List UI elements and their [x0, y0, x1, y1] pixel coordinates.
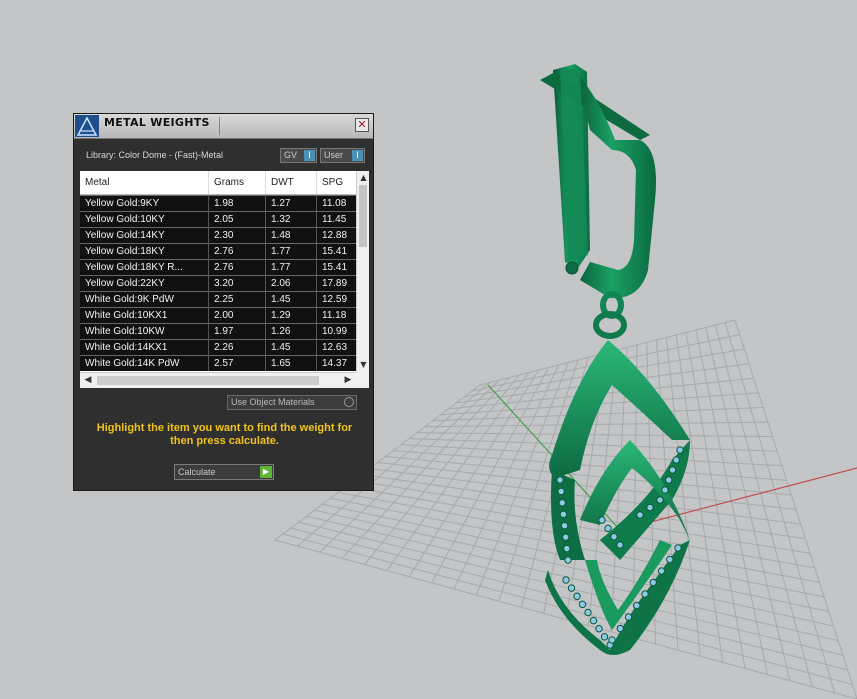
table-body: Yellow Gold:9KY 1.98 1.27 11.08 Yellow Gold:… — [80, 195, 357, 371]
app-logo-icon — [75, 115, 99, 137]
title-divider — [219, 117, 220, 135]
vertical-scrollbar[interactable]: ▲ ▼ — [356, 171, 369, 372]
spg-cell: 12.88 — [317, 227, 357, 243]
toggle-knob-icon: I — [352, 150, 363, 161]
metal-cell: Yellow Gold:14KY — [80, 227, 209, 243]
grams-cell: 2.00 — [209, 307, 266, 323]
grams-cell: 2.30 — [209, 227, 266, 243]
grams-cell: 1.97 — [209, 323, 266, 339]
metal-cell: Yellow Gold:18KY R... — [80, 259, 209, 275]
spg-cell: 15.41 — [317, 259, 357, 275]
scroll-up-icon[interactable]: ▲ — [358, 172, 369, 184]
table-row[interactable]: Yellow Gold:9KY 1.98 1.27 11.08 — [80, 195, 357, 211]
library-label: Library: Color Dome - (Fast)-Metal — [86, 150, 224, 160]
scroll-left-icon[interactable]: ◀ — [82, 374, 94, 387]
table-header: Metal Grams DWT SPG — [80, 171, 357, 195]
grams-cell: 2.25 — [209, 291, 266, 307]
use-object-materials-checkbox[interactable]: Use Object Materials — [227, 395, 357, 410]
toggle-knob-icon: I — [304, 150, 315, 161]
spg-cell: 17.89 — [317, 275, 357, 291]
play-arrow-icon: ▶ — [260, 466, 272, 478]
checkbox-circle-icon — [344, 397, 354, 407]
use-object-materials-label: Use Object Materials — [231, 397, 315, 407]
spg-cell: 11.08 — [317, 195, 357, 211]
table-row[interactable]: White Gold:14KX1 2.26 1.45 12.63 — [80, 339, 357, 355]
spg-cell: 15.41 — [317, 243, 357, 259]
spg-cell: 11.45 — [317, 211, 357, 227]
table-row[interactable]: White Gold:10KX1 2.00 1.29 11.18 — [80, 307, 357, 323]
instruction-text: Highlight the item you want to find the … — [96, 422, 353, 447]
close-button[interactable]: ✕ — [355, 118, 369, 132]
table-row[interactable]: Yellow Gold:10KY 2.05 1.32 11.45 — [80, 211, 357, 227]
horizontal-scrollbar[interactable]: ◀ ▶ — [80, 372, 356, 388]
column-header-spg[interactable]: SPG — [317, 171, 357, 194]
metal-cell: Yellow Gold:18KY — [80, 243, 209, 259]
dwt-cell: 1.45 — [266, 339, 317, 355]
grams-cell: 2.76 — [209, 259, 266, 275]
metal-cell: Yellow Gold:22KY — [80, 275, 209, 291]
column-header-dwt[interactable]: DWT — [266, 171, 317, 194]
column-header-metal[interactable]: Metal — [80, 171, 209, 194]
spg-cell: 14.37 — [317, 355, 357, 371]
scroll-down-icon[interactable]: ▼ — [358, 359, 369, 371]
dwt-cell: 1.77 — [266, 243, 317, 259]
table-row[interactable]: Yellow Gold:18KY R... 2.76 1.77 15.41 — [80, 259, 357, 275]
vertical-scroll-thumb[interactable] — [359, 185, 367, 247]
spg-cell: 10.99 — [317, 323, 357, 339]
table-row[interactable]: White Gold:10KW 1.97 1.26 10.99 — [80, 323, 357, 339]
dwt-cell: 1.32 — [266, 211, 317, 227]
metal-cell: White Gold:14KX1 — [80, 339, 209, 355]
metal-cell: White Gold:9K PdW — [80, 291, 209, 307]
scroll-right-icon[interactable]: ▶ — [342, 374, 354, 387]
calculate-button[interactable]: Calculate ▶ — [174, 464, 274, 480]
calculate-label: Calculate — [178, 467, 216, 477]
metal-cell: Yellow Gold:9KY — [80, 195, 209, 211]
grams-cell: 2.26 — [209, 339, 266, 355]
spg-cell: 12.63 — [317, 339, 357, 355]
table-row[interactable]: White Gold:9K PdW 2.25 1.45 12.59 — [80, 291, 357, 307]
user-toggle-label: User — [324, 150, 344, 160]
metal-cell: Yellow Gold:10KY — [80, 211, 209, 227]
metal-cell: White Gold:10KW — [80, 323, 209, 339]
spg-cell: 12.59 — [317, 291, 357, 307]
column-header-grams[interactable]: Grams — [209, 171, 266, 194]
dwt-cell: 2.06 — [266, 275, 317, 291]
spg-cell: 11.18 — [317, 307, 357, 323]
dwt-cell: 1.29 — [266, 307, 317, 323]
dwt-cell: 1.77 — [266, 259, 317, 275]
grams-cell: 2.76 — [209, 243, 266, 259]
table-row[interactable]: White Gold:14K PdW 2.57 1.65 14.37 — [80, 355, 357, 371]
user-toggle[interactable]: User I — [320, 148, 365, 163]
dialog-titlebar[interactable]: METAL WEIGHTS ✕ — [74, 114, 373, 139]
dwt-cell: 1.26 — [266, 323, 317, 339]
table-row[interactable]: Yellow Gold:18KY 2.76 1.77 15.41 — [80, 243, 357, 259]
dwt-cell: 1.65 — [266, 355, 317, 371]
table-row[interactable]: Yellow Gold:14KY 2.30 1.48 12.88 — [80, 227, 357, 243]
metal-weights-table: Metal Grams DWT SPG Yellow Gold:9KY 1.98 1… — [80, 171, 369, 388]
grams-cell: 2.57 — [209, 355, 266, 371]
grams-cell: 3.20 — [209, 275, 266, 291]
dwt-cell: 1.27 — [266, 195, 317, 211]
table-row[interactable]: Yellow Gold:22KY 3.20 2.06 17.89 — [80, 275, 357, 291]
scroll-corner — [356, 372, 369, 388]
dwt-cell: 1.48 — [266, 227, 317, 243]
dialog-title: METAL WEIGHTS — [104, 116, 210, 129]
metal-cell: White Gold:10KX1 — [80, 307, 209, 323]
metal-weights-dialog: METAL WEIGHTS ✕ Library: Color Dome - (F… — [73, 113, 374, 491]
gv-toggle[interactable]: GV I — [280, 148, 317, 163]
metal-cell: White Gold:14K PdW — [80, 355, 209, 371]
horizontal-scroll-thumb[interactable] — [97, 376, 319, 385]
dwt-cell: 1.45 — [266, 291, 317, 307]
grams-cell: 1.98 — [209, 195, 266, 211]
grams-cell: 2.05 — [209, 211, 266, 227]
gv-toggle-label: GV — [284, 150, 298, 160]
